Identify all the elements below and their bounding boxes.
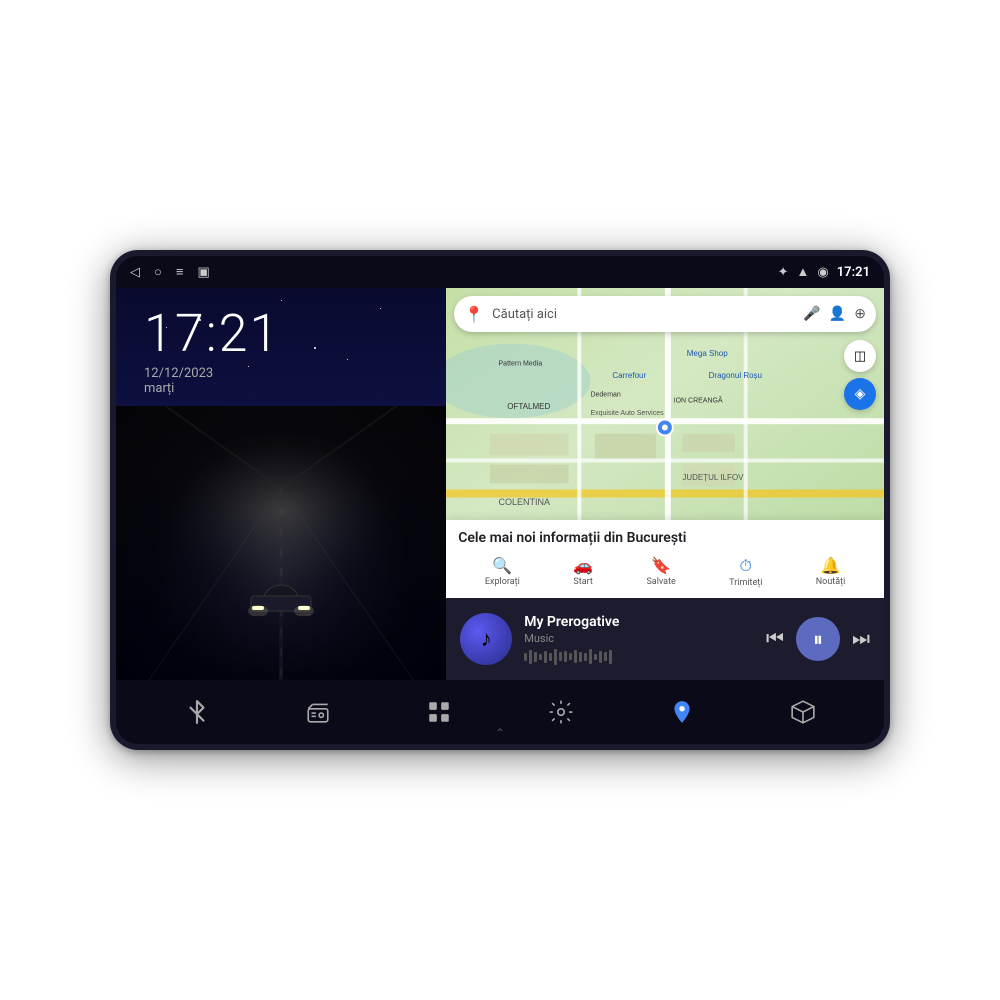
device-screen: ◁ ○ ≡ ▣ ✦ ▲ ◉ 17:21: [116, 256, 884, 744]
svg-text:Dragonul Roșu: Dragonul Roșu: [709, 371, 762, 380]
chevron-up-icon[interactable]: ⌃: [495, 726, 505, 740]
square-icon[interactable]: ▣: [197, 265, 209, 280]
map-section[interactable]: OFTALMED ION CREANGĂ Dragonul Roșu Carre…: [446, 288, 884, 598]
options-icon[interactable]: ⊕: [854, 306, 866, 322]
bluetooth-icon: [184, 699, 210, 725]
music-play-button[interactable]: ⏸: [796, 617, 840, 661]
device: ◁ ○ ≡ ▣ ✦ ▲ ◉ 17:21: [110, 250, 890, 750]
account-icon[interactable]: 👤: [829, 306, 846, 322]
svg-text:COLENTINA: COLENTINA: [499, 497, 551, 507]
svg-text:OFTALMED: OFTALMED: [508, 402, 551, 411]
svg-text:Dedeman: Dedeman: [591, 392, 621, 399]
music-next-button[interactable]: ⏭: [852, 628, 870, 651]
back-icon[interactable]: ◁: [130, 265, 140, 280]
status-right: ✦ ▲ ◉ 17:21: [778, 264, 870, 280]
map-search-icons: 🎤 👤 ⊕: [803, 306, 866, 322]
wifi-icon: ▲: [797, 264, 810, 280]
home-icon[interactable]: ○: [154, 264, 162, 280]
maps-icon: [669, 699, 695, 725]
map-layers-button[interactable]: ◫: [844, 340, 876, 372]
clock-date: 12/12/2023: [144, 366, 446, 381]
apps-button[interactable]: [415, 688, 463, 736]
share-label: Trimiteți: [729, 578, 762, 588]
share-icon: ⏱: [740, 556, 752, 576]
bluetooth-button[interactable]: [173, 688, 221, 736]
signal-icon: ◉: [817, 265, 828, 280]
music-title: My Prerogative: [524, 614, 754, 630]
clock-time: 17:21: [144, 308, 446, 360]
music-prev-button[interactable]: ⏮: [766, 628, 784, 651]
map-nav-tabs: 🔍 Explorați 🚗 Start 🔖 Salvate: [458, 552, 872, 592]
location-icon: ◈: [855, 386, 866, 402]
mic-icon[interactable]: 🎤: [803, 306, 820, 322]
map-tab-salvate[interactable]: 🔖 Salvate: [638, 552, 683, 592]
status-left: ◁ ○ ≡ ▣: [130, 264, 210, 280]
cube-icon: [790, 699, 816, 725]
start-icon: 🚗: [573, 556, 593, 575]
svg-text:Carrefour: Carrefour: [613, 371, 647, 380]
car-silhouette: [246, 581, 316, 620]
menu-icon[interactable]: ≡: [176, 264, 184, 280]
bottom-toolbar: ⌃: [116, 680, 884, 744]
svg-text:Exquisite Auto Services: Exquisite Auto Services: [591, 410, 665, 417]
svg-text:Pattern Media: Pattern Media: [499, 361, 543, 368]
music-player: ♪ My Prerogative Music: [446, 598, 884, 680]
tunnel-section: [116, 406, 446, 680]
tunnel-svg: [116, 406, 446, 680]
start-label: Start: [573, 577, 592, 587]
clock-section: 17:21 12/12/2023 marți: [116, 288, 446, 406]
settings-button[interactable]: [537, 688, 585, 736]
map-tab-explorați[interactable]: 🔍 Explorați: [477, 552, 528, 592]
map-info-card: Cele mai noi informații din București 🔍 …: [446, 520, 884, 598]
explore-label: Explorați: [485, 577, 520, 587]
status-bar: ◁ ○ ≡ ▣ ✦ ▲ ◉ 17:21: [116, 256, 884, 288]
map-search-text[interactable]: Căutați aici: [492, 307, 803, 322]
radio-icon: [305, 699, 331, 725]
box-button[interactable]: [779, 688, 827, 736]
car-svg: [246, 581, 316, 616]
saved-label: Salvate: [646, 577, 675, 587]
svg-text:ION CREANGĂ: ION CREANGĂ: [674, 396, 723, 405]
radio-button[interactable]: [294, 688, 342, 736]
layers-icon: ◫: [854, 349, 866, 364]
explore-icon: 🔍: [492, 556, 512, 575]
map-tab-start[interactable]: 🚗 Start: [565, 552, 601, 592]
music-subtitle: Music: [524, 632, 754, 645]
apps-icon: [426, 699, 452, 725]
map-search-bar[interactable]: 📍 Căutați aici 🎤 👤 ⊕: [454, 296, 876, 332]
music-controls: ⏮ ⏸ ⏭: [766, 617, 870, 661]
news-icon: 🔔: [821, 556, 841, 575]
music-waveform: [524, 649, 754, 665]
map-tab-noutăți[interactable]: 🔔 Noutăți: [808, 552, 854, 592]
google-maps-pin-icon: 📍: [464, 305, 484, 324]
news-label: Noutăți: [816, 577, 846, 587]
svg-text:Mega Shop: Mega Shop: [687, 349, 728, 358]
map-tab-trimiteți[interactable]: ⏱ Trimiteți: [721, 552, 770, 592]
clock-day: marți: [144, 381, 446, 396]
bluetooth-status-icon: ✦: [778, 265, 789, 280]
settings-icon: [548, 699, 574, 725]
main-content: 17:21 12/12/2023 marți: [116, 288, 884, 680]
right-panel: OFTALMED ION CREANGĂ Dragonul Roșu Carre…: [446, 288, 884, 680]
pause-icon: ⏸: [813, 627, 823, 651]
music-info: My Prerogative Music: [524, 614, 754, 665]
maps-button[interactable]: [658, 688, 706, 736]
map-location-button[interactable]: ◈: [844, 378, 876, 410]
saved-icon: 🔖: [651, 556, 671, 575]
left-panel: 17:21 12/12/2023 marți: [116, 288, 446, 680]
music-album-icon: ♪: [481, 626, 492, 652]
status-time: 17:21: [837, 265, 870, 280]
music-album-art: ♪: [460, 613, 512, 665]
map-info-title: Cele mai noi informații din București: [458, 530, 872, 546]
svg-text:JUDEȚUL ILFOV: JUDEȚUL ILFOV: [683, 473, 745, 482]
